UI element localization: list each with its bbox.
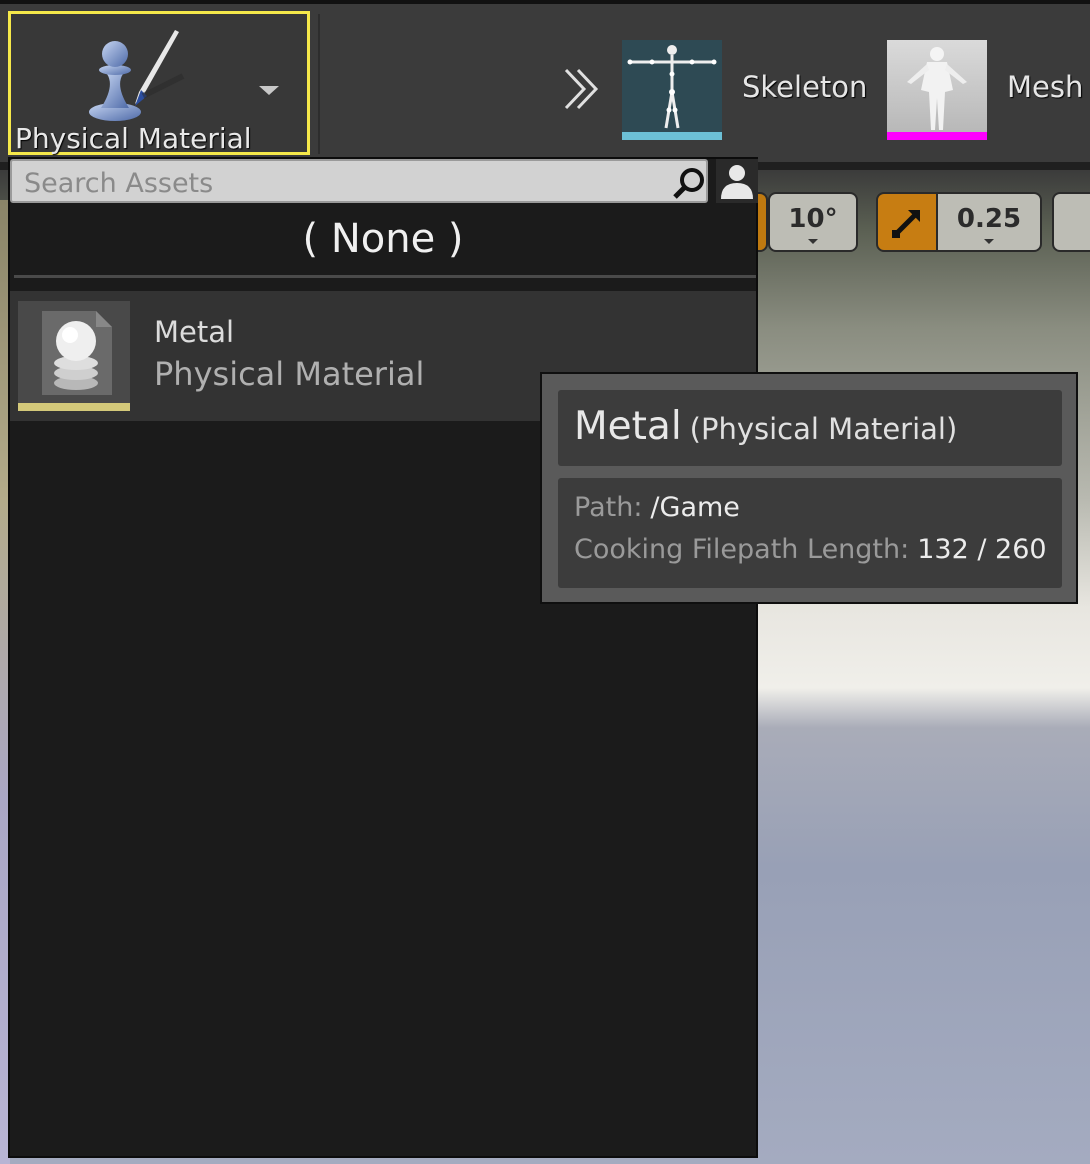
chevron-down-icon [984,239,994,244]
physical-material-thumbnail [18,301,130,411]
cook-length-value: 132 / 260 [917,534,1047,565]
none-option[interactable]: ( None ) [10,203,756,275]
tool-label: Physical Material [15,122,252,155]
chevron-down-icon [259,86,279,95]
tooltip-cook-row: Cooking Filepath Length: 132 / 260 [574,534,1047,565]
tooltip-header: Metal (Physical Material) [558,390,1062,466]
search-box [10,159,708,203]
tooltip-asset-name: Metal [574,404,682,449]
search-input[interactable] [22,165,666,201]
asset-name: Metal [154,315,235,349]
scale-arrow-icon [892,210,920,238]
physical-material-icon [42,311,112,395]
scale-snap-toggle[interactable] [876,192,938,252]
skeleton-label: Skeleton [742,70,868,104]
asset-toolbar: Physical Material Skeleton Mesh [0,0,1090,168]
screen: 10° 0.25 Physical Material Skeleton Mesh… [0,0,1090,1164]
scale-snap-dropdown[interactable]: 0.25 [936,192,1042,252]
physical-material-tool-button[interactable]: Physical Material [8,11,310,155]
tooltip-details: Path:/Game Cooking Filepath Length: 132 /… [558,478,1062,588]
double-chevron-right-icon[interactable] [560,66,604,112]
tooltip-asset-type: (Physical Material) [689,412,958,446]
chevron-down-icon [808,239,818,244]
scale-snap-value: 0.25 [956,204,1022,234]
user-filter-button[interactable] [716,159,758,203]
path-label: Path: [574,492,643,523]
skeleton-asset-button[interactable] [622,40,722,140]
rotation-snap-dropdown[interactable]: 10° [768,192,858,252]
cook-length-label: Cooking Filepath Length: [574,534,910,565]
divider [14,275,756,278]
search-icon[interactable] [672,166,706,200]
physical-material-paint-icon [89,30,185,121]
skeleton-thumbnail [627,45,717,129]
tooltip-title: Metal (Physical Material) [574,404,957,449]
asset-type: Physical Material [154,355,425,393]
path-value: /Game [650,492,740,523]
tooltip-path-row: Path:/Game [574,492,740,523]
mesh-label: Mesh [1007,70,1084,104]
mesh-asset-button[interactable] [887,40,987,140]
rotation-snap-value: 10° [788,204,838,234]
user-icon [721,165,753,199]
toolbar-divider [318,14,320,154]
asset-picker-dropdown: ( None ) Metal Physical Material [8,157,758,1158]
camera-speed-button[interactable] [1052,192,1090,252]
asset-tooltip: Metal (Physical Material) Path:/Game Cook… [540,372,1078,604]
mesh-thumbnail [907,47,967,130]
